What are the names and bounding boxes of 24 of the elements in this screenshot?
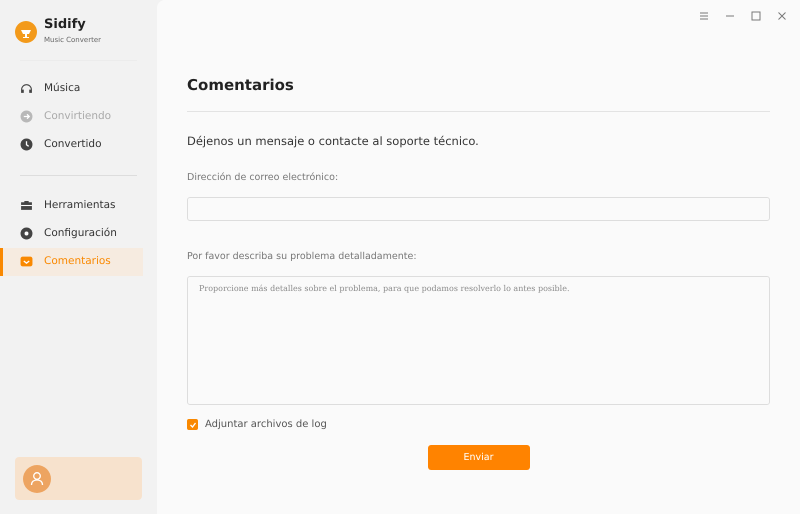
app-name: Sidify — [44, 18, 87, 31]
field-label: Dirección de correo electrónico: — [187, 170, 340, 185]
close-icon[interactable] — [776, 10, 788, 22]
field-label: Por favor describa su problema detalladamente: — [187, 250, 418, 264]
checkbox[interactable] — [187, 419, 198, 430]
sidebar-item[interactable]: Herramientas — [0, 192, 143, 220]
menu-icon[interactable] — [698, 10, 710, 22]
intro-text: Déjenos un mensaje o contacte al soporte técnico. — [187, 132, 480, 150]
email-field[interactable] — [187, 197, 770, 221]
toolbox-icon — [20, 199, 33, 212]
logo-icon — [15, 20, 37, 43]
clock-icon — [20, 138, 33, 151]
mail-icon — [20, 255, 33, 268]
problem-field[interactable]: Proporcione más detalles sobre el problema, para que podamos resolverlo lo antes posible. — [187, 276, 770, 406]
headphones-icon — [20, 82, 33, 95]
avatar-icon — [23, 464, 51, 492]
sidebar-item[interactable]: Convertido — [0, 130, 143, 158]
page-title: Comentarios — [187, 74, 770, 112]
sidebar-item[interactable]: Música — [0, 74, 143, 102]
maximize-icon[interactable] — [750, 10, 762, 22]
gear-icon — [20, 227, 33, 240]
convert-icon — [20, 110, 33, 123]
checkbox-label: Adjuntar archivos de log — [205, 418, 327, 432]
sidebar-item[interactable]: Configuración — [0, 220, 143, 248]
